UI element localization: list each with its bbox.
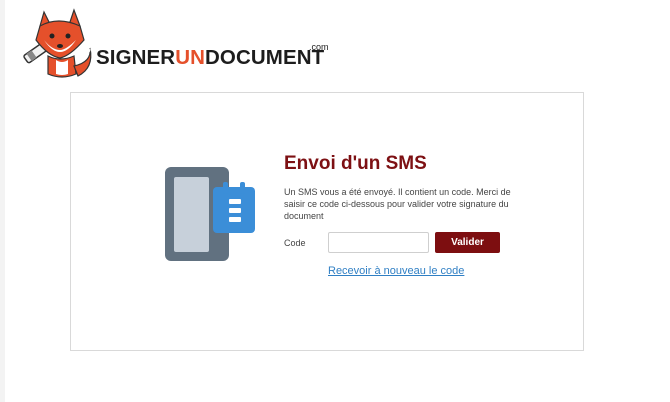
- page-left-edge: [0, 0, 5, 402]
- sms-code-input[interactable]: [328, 232, 429, 253]
- brand-wordmark: SIGNERUNDOCUMENT: [96, 46, 325, 69]
- sms-instructions: Un SMS vous a été envoyé. Il contient un…: [284, 187, 511, 221]
- brand-name-part3: DOCUMENT: [205, 46, 325, 69]
- code-label: Code: [284, 238, 306, 248]
- brand-name-part2: UN: [175, 46, 206, 69]
- brand-tld: .com: [309, 42, 329, 52]
- page-title: Envoi d'un SMS: [284, 153, 427, 174]
- sms-verification-card: Envoi d'un SMS Un SMS vous a été envoyé.…: [70, 92, 584, 351]
- fox-pen-icon: [23, 8, 92, 78]
- brand-logo[interactable]: SIGNERUNDOCUMENT .com: [18, 6, 338, 84]
- phone-notepad-icon: [165, 167, 255, 261]
- validate-button[interactable]: Valider: [435, 232, 500, 253]
- brand-name-part1: SIGNER: [96, 46, 176, 69]
- resend-code-link[interactable]: Recevoir à nouveau le code: [328, 265, 464, 277]
